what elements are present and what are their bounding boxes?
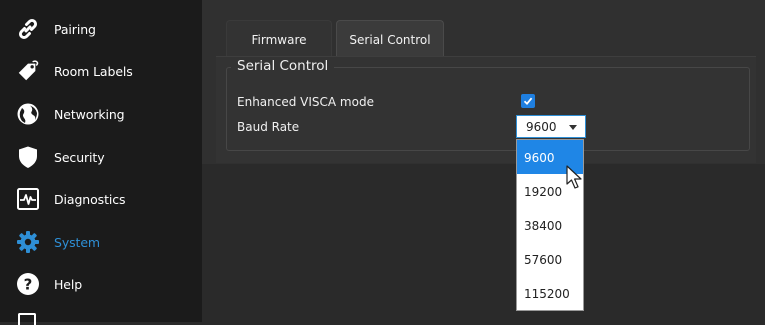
fieldset-legend: Serial Control <box>231 58 335 74</box>
option-label: 19200 <box>524 185 563 199</box>
tab-label: Serial Control <box>349 32 431 47</box>
sidebar-item-label: Security <box>54 150 105 165</box>
tab-serial-control[interactable]: Serial Control <box>336 20 444 58</box>
serial-control-panel: Serial Control Enhanced VISCA mode Baud … <box>216 56 756 163</box>
sidebar: Pairing Room Labels Networking Security … <box>0 0 202 325</box>
enhanced-visca-checkbox[interactable] <box>521 94 535 108</box>
gear-icon <box>16 230 40 254</box>
svg-text:?: ? <box>24 276 33 294</box>
tab-firmware[interactable]: Firmware <box>226 20 332 58</box>
sidebar-item-system[interactable]: System <box>0 221 202 263</box>
enhanced-visca-label: Enhanced VISCA mode <box>237 95 374 109</box>
sidebar-item-help[interactable]: ? Help <box>0 263 202 305</box>
chevron-down-icon <box>569 125 577 130</box>
link-icon <box>16 17 40 41</box>
sidebar-item-security[interactable]: Security <box>0 136 202 178</box>
option-label: 115200 <box>524 287 570 301</box>
baud-rate-value: 9600 <box>526 120 557 134</box>
tab-label: Firmware <box>251 32 307 47</box>
sidebar-item-label: Pairing <box>54 22 96 37</box>
shield-icon <box>16 145 40 169</box>
pulse-icon <box>16 187 40 211</box>
sidebar-item-diagnostics[interactable]: Diagnostics <box>0 178 202 220</box>
option-label: 38400 <box>524 219 563 233</box>
sidebar-item-label: Room Labels <box>54 64 133 79</box>
sidebar-item-room-labels[interactable]: Room Labels <box>0 50 202 92</box>
main-content: Firmware Serial Control Serial Control E… <box>202 0 765 322</box>
sidebar-item-label: Help <box>54 277 83 292</box>
baud-option-57600[interactable]: 57600 <box>517 242 583 276</box>
sidebar-item-label: System <box>54 235 101 250</box>
option-label: 9600 <box>524 151 555 165</box>
partial-nav-icon <box>18 313 36 325</box>
serial-control-fieldset: Serial Control Enhanced VISCA mode Baud … <box>226 58 750 151</box>
baud-rate-label: Baud Rate <box>237 120 300 134</box>
baud-option-38400[interactable]: 38400 <box>517 208 583 242</box>
sidebar-item-networking[interactable]: Networking <box>0 93 202 135</box>
sidebar-item-label: Diagnostics <box>54 192 126 207</box>
globe-icon <box>16 102 40 126</box>
sidebar-item-label: Networking <box>54 107 125 122</box>
tag-icon <box>16 59 40 83</box>
sidebar-item-pairing[interactable]: Pairing <box>0 8 202 50</box>
baud-option-115200[interactable]: 115200 <box>517 276 583 310</box>
mouse-pointer-icon <box>566 165 582 189</box>
help-icon: ? <box>16 272 40 296</box>
option-label: 57600 <box>524 253 563 267</box>
checkmark-icon <box>523 97 533 106</box>
baud-rate-select[interactable]: 9600 <box>516 115 586 138</box>
